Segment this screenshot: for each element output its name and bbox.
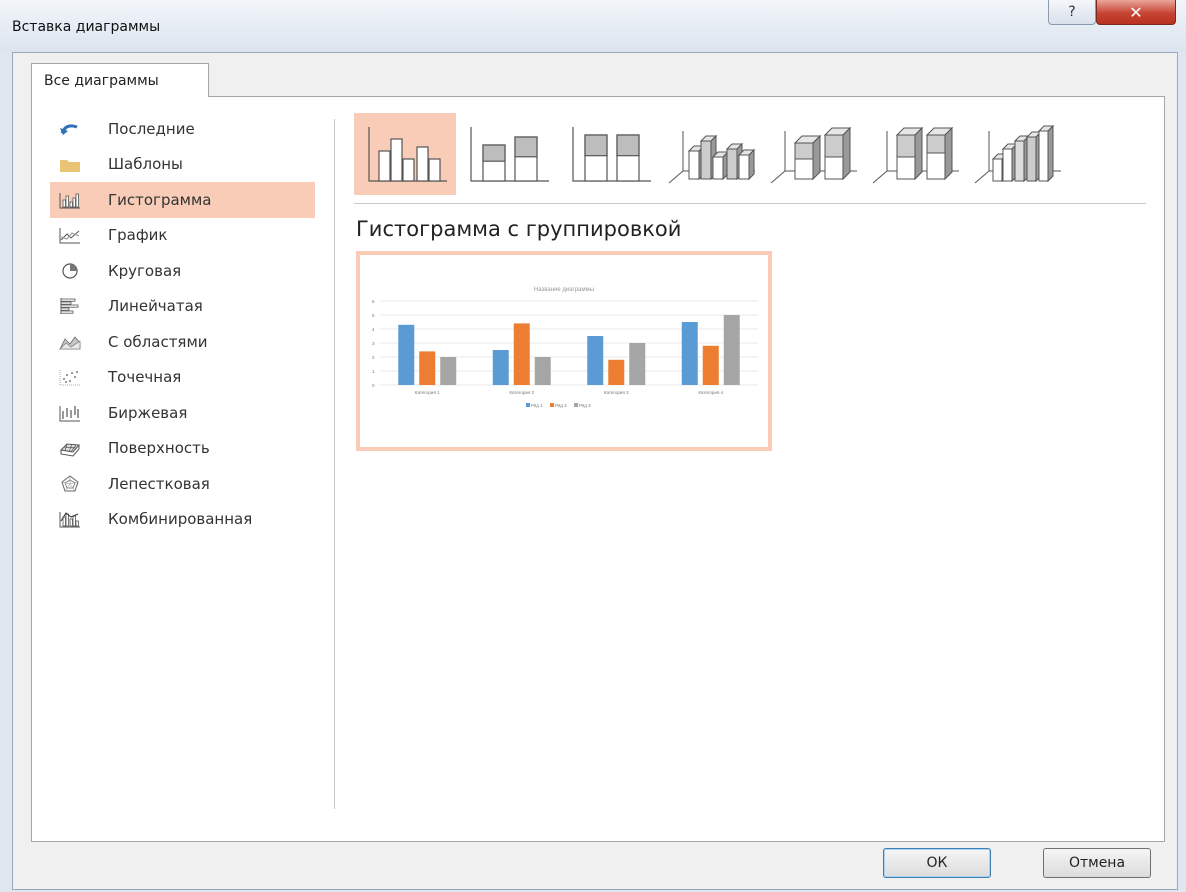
bar-chart-icon	[58, 296, 82, 316]
category-item-11[interactable]: Комбинированная	[50, 502, 315, 538]
preview-category-label: Категория 1	[415, 390, 440, 395]
preview-bar	[419, 351, 436, 385]
category-label: Шаблоны	[108, 155, 183, 174]
category-label: С областями	[108, 332, 208, 351]
window-title: Вставка диаграммы	[12, 19, 161, 35]
category-label: Комбинированная	[108, 510, 253, 529]
preview-category-label: Категория 2	[509, 390, 534, 395]
preview-legend-swatch	[526, 403, 530, 407]
category-label: Лепестковая	[108, 474, 210, 493]
clustered-column-icon	[368, 127, 447, 182]
preview-legend-label: Ряд 2	[555, 403, 567, 408]
preview-bar	[629, 343, 646, 385]
preview-y-tick: 6	[372, 299, 375, 304]
category-item-0[interactable]: Последние	[50, 111, 315, 147]
folder-icon	[58, 154, 82, 174]
category-label: Точечная	[108, 368, 182, 387]
chart-preview[interactable]: Название диаграммы 6 5 4 3 2 1 0 Категория 1 Кате…	[356, 251, 772, 451]
close-icon: ✕	[1129, 2, 1143, 22]
subtype-option-4[interactable]	[762, 113, 864, 195]
ok-button[interactable]: ОК	[883, 848, 991, 878]
radar-chart-icon	[58, 474, 82, 494]
subtype-option-1[interactable]	[456, 113, 558, 195]
close-button[interactable]: ✕	[1096, 0, 1176, 25]
3d-clustered-column-icon	[668, 131, 756, 184]
subtype-divider	[354, 203, 1146, 204]
chart-category-list: Последние Шаблоны Гистограмма График Кругова…	[50, 111, 315, 537]
category-item-10[interactable]: Лепестковая	[50, 466, 315, 502]
help-button[interactable]: ?	[1048, 0, 1096, 25]
line-chart-icon	[58, 225, 82, 245]
category-item-4[interactable]: Круговая	[50, 253, 315, 289]
preview-category-label: Категория 3	[604, 390, 629, 395]
category-item-8[interactable]: Биржевая	[50, 395, 315, 431]
category-label: Поверхность	[108, 439, 210, 458]
preview-chart-title: Название диаграммы	[534, 287, 594, 293]
3d-stacked-100-column-icon	[872, 126, 959, 184]
stacked-100-column-icon	[572, 127, 651, 182]
column-chart-icon	[58, 190, 82, 210]
subtype-option-3[interactable]	[660, 113, 762, 195]
category-label: Биржевая	[108, 403, 188, 422]
3d-column-icon	[974, 124, 1061, 184]
category-item-7[interactable]: Точечная	[50, 360, 315, 396]
category-label: Гистограмма	[108, 190, 212, 209]
preview-bar	[587, 336, 604, 385]
selected-subtype-title: Гистограмма с группировкой	[356, 217, 682, 241]
category-item-9[interactable]: Поверхность	[50, 431, 315, 467]
3d-stacked-column-icon	[770, 126, 857, 184]
category-item-5[interactable]: Линейчатая	[50, 289, 315, 325]
preview-legend-swatch	[574, 403, 578, 407]
preview-category-label: Категория 4	[698, 390, 723, 395]
preview-y-tick: 4	[372, 327, 375, 332]
surface-chart-icon	[58, 438, 82, 458]
combo-chart-icon	[58, 509, 82, 529]
preview-chart: Название диаграммы 6 5 4 3 2 1 0 Категория 1 Кате…	[372, 287, 758, 408]
subtype-option-2[interactable]	[558, 113, 660, 195]
category-item-2[interactable]: Гистограмма	[50, 182, 315, 218]
category-label: График	[108, 226, 168, 245]
preview-bar	[513, 323, 530, 385]
help-icon: ?	[1068, 4, 1076, 20]
preview-legend-label: Ряд 1	[531, 403, 543, 408]
preview-bar	[398, 324, 415, 385]
preview-bar	[702, 345, 719, 385]
preview-bar	[440, 357, 457, 385]
title-bar: Вставка диаграммы ? ✕	[0, 0, 1186, 52]
stacked-column-icon	[470, 127, 549, 182]
category-item-6[interactable]: С областями	[50, 324, 315, 360]
scatter-chart-icon	[58, 367, 82, 387]
preview-y-tick: 5	[372, 313, 375, 318]
preview-legend-swatch	[550, 403, 554, 407]
cancel-button[interactable]: Отмена	[1043, 848, 1151, 878]
category-label: Круговая	[108, 261, 182, 280]
subtype-option-0[interactable]	[354, 113, 456, 195]
subtype-option-6[interactable]	[966, 113, 1068, 195]
preview-bar	[681, 322, 698, 385]
chart-subtype-row	[354, 113, 1068, 195]
tab-panel: Последние Шаблоны Гистограмма График Кругова…	[31, 96, 1165, 842]
preview-y-tick: 0	[372, 383, 375, 388]
tab-all-charts[interactable]: Все диаграммы	[31, 63, 209, 97]
preview-y-tick: 3	[372, 341, 375, 346]
preview-y-tick: 2	[372, 355, 375, 360]
preview-bar	[723, 315, 740, 385]
pie-chart-icon	[58, 261, 82, 281]
category-item-3[interactable]: График	[50, 218, 315, 254]
category-label: Линейчатая	[108, 297, 203, 316]
panel-divider	[334, 119, 335, 809]
category-label: Последние	[108, 119, 195, 138]
area-chart-icon	[58, 332, 82, 352]
insert-chart-dialog: Все диаграммы Последние Шаблоны Гистограмм…	[12, 52, 1178, 890]
stock-chart-icon	[58, 403, 82, 423]
category-item-1[interactable]: Шаблоны	[50, 147, 315, 183]
subtype-option-5[interactable]	[864, 113, 966, 195]
preview-legend-label: Ряд 3	[579, 403, 591, 408]
preview-bar	[492, 350, 509, 385]
preview-bar	[608, 359, 625, 385]
preview-bar	[534, 357, 551, 385]
recent-arrow-icon	[58, 119, 82, 139]
preview-y-tick: 1	[372, 369, 375, 374]
